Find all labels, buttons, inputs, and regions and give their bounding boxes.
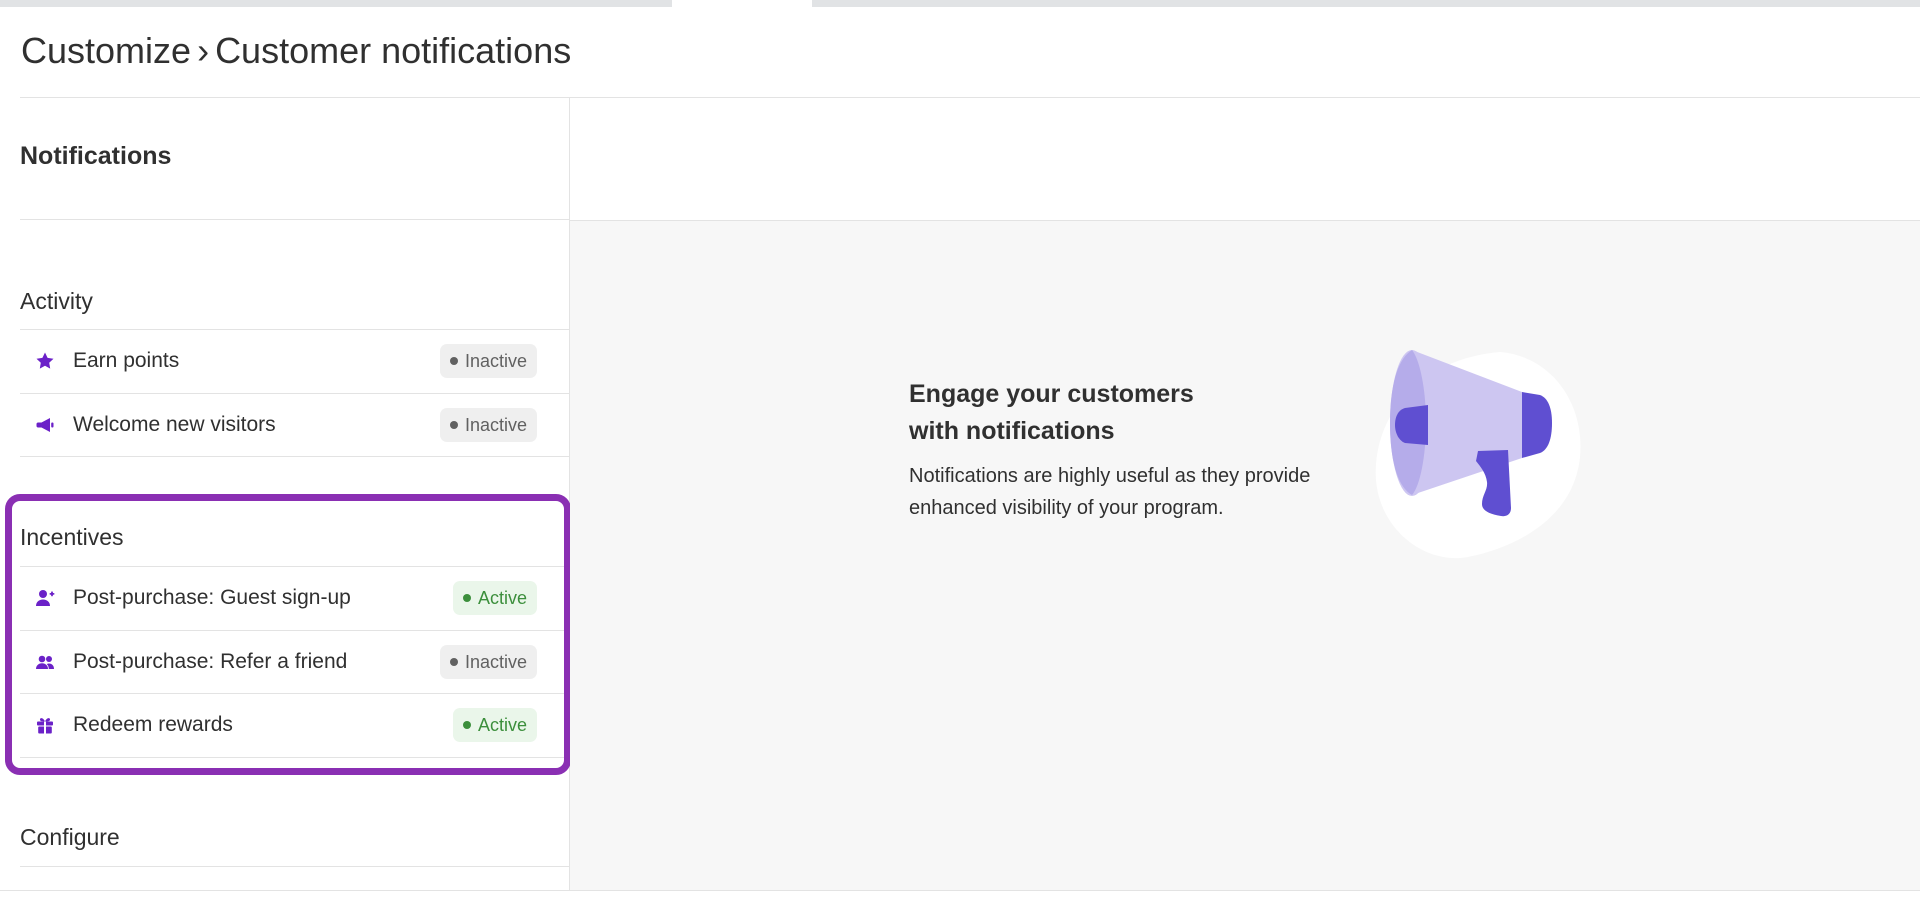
- row-divider: [20, 757, 569, 758]
- section-label-configure: Configure: [20, 824, 120, 850]
- item-label: Welcome new visitors: [73, 413, 276, 436]
- sidebar-title-divider: [20, 219, 569, 220]
- users-icon: [34, 651, 56, 673]
- empty-state-title: Engage your customers with notifications: [909, 380, 1194, 445]
- status-dot: [449, 658, 458, 666]
- section-label-activity: Activity: [20, 288, 93, 314]
- status-badge: Inactive: [439, 645, 537, 679]
- status-badge: Active: [452, 708, 537, 742]
- item-label: Post-purchase: Refer a friend: [73, 650, 348, 673]
- status-badge: Active: [452, 581, 537, 615]
- notification-item-earn-points[interactable]: Earn points Inactive: [20, 330, 569, 392]
- status-dot: [449, 421, 458, 429]
- notification-item-refer-a-friend[interactable]: Post-purchase: Refer a friend Inactive: [20, 631, 569, 693]
- row-divider: [20, 456, 569, 457]
- notification-item-guest-sign-up[interactable]: Post-purchase: Guest sign-up Active: [20, 567, 569, 629]
- row-divider: [20, 866, 569, 867]
- section-label-incentives: Incentives: [20, 524, 124, 550]
- notification-item-redeem-rewards[interactable]: Redeem rewards Active: [20, 694, 569, 756]
- item-label: Redeem rewards: [73, 713, 233, 736]
- user-add-icon: [34, 587, 56, 609]
- sidebar: [0, 98, 570, 890]
- empty-state-panel: [570, 221, 1920, 890]
- item-label: Earn points: [73, 349, 180, 372]
- status-dot: [449, 357, 458, 365]
- status-text: Active: [477, 587, 527, 608]
- status-dot: [462, 594, 471, 602]
- breadcrumb-current: Customer notifications: [215, 30, 572, 71]
- megaphone-illustration: [1370, 340, 1590, 570]
- star-icon: [34, 350, 56, 372]
- bottom-divider: [0, 890, 1920, 891]
- breadcrumb-parent[interactable]: Customize: [21, 30, 191, 71]
- breadcrumb: Customize › Customer notifications: [21, 30, 571, 72]
- status-badge: Inactive: [439, 408, 537, 442]
- megaphone-icon: [34, 414, 56, 436]
- empty-state-description: Notifications are highly useful as they …: [909, 465, 1311, 519]
- main-header: [570, 98, 1920, 221]
- status-text: Active: [477, 714, 527, 735]
- top-tab-strip: [0, 0, 1920, 7]
- status-badge: Inactive: [439, 344, 537, 378]
- status-text: Inactive: [464, 350, 527, 371]
- breadcrumb-separator: ›: [197, 30, 210, 71]
- item-label: Post-purchase: Guest sign-up: [73, 586, 351, 609]
- notification-item-welcome-new-visitors[interactable]: Welcome new visitors Inactive: [20, 394, 569, 456]
- status-dot: [462, 721, 471, 729]
- status-text: Inactive: [464, 651, 527, 672]
- tab-strip-left: [0, 0, 672, 7]
- status-text: Inactive: [464, 414, 527, 435]
- sidebar-title: Notifications: [20, 142, 172, 170]
- tab-strip-right: [812, 0, 1920, 7]
- gift-icon: [34, 714, 56, 736]
